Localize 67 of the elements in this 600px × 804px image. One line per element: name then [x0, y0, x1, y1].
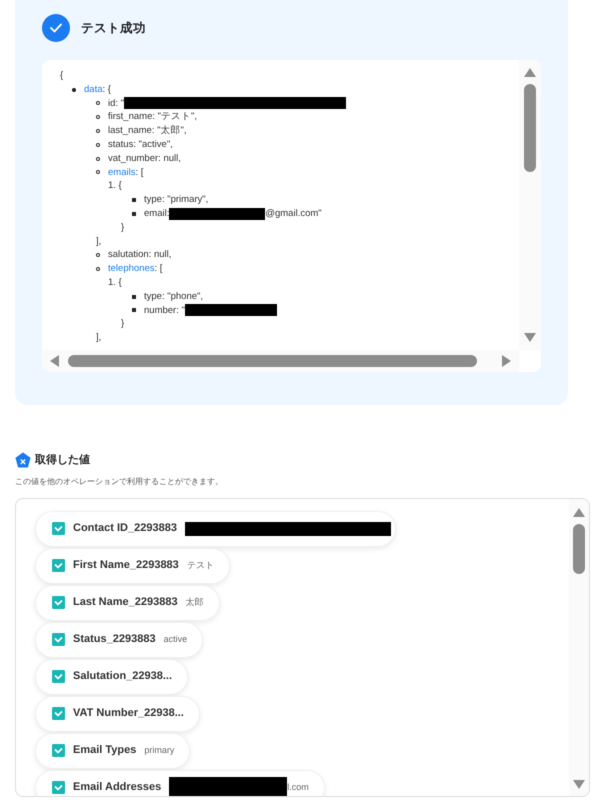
scroll-right-icon[interactable] — [501, 354, 513, 368]
checkmark-icon — [49, 22, 63, 34]
section-description: この値を他のオペレーションで利用することができます。 — [15, 476, 224, 488]
key-link[interactable]: telephones — [108, 262, 154, 276]
code-text: 1. { — [108, 276, 122, 290]
value-chip[interactable]: Contact ID_2293883 — [35, 510, 396, 546]
value-icon — [52, 670, 65, 683]
code-text: number: " — [144, 304, 185, 318]
value-chip[interactable]: Email Types primary — [35, 732, 190, 768]
code-text: id: " — [108, 96, 124, 110]
bullet-circle — [96, 142, 100, 147]
bullet-square — [132, 294, 136, 299]
value-icon — [52, 744, 65, 757]
value-icon — [52, 707, 65, 720]
bullet-square — [132, 198, 136, 202]
key-link[interactable]: emails — [108, 166, 136, 180]
code-text: type: "phone", — [144, 290, 204, 304]
scroll-up-icon[interactable] — [523, 66, 537, 78]
code-text: last_name: "太郎", — [108, 124, 186, 138]
code-text: type: "primary", — [144, 193, 208, 207]
variable-icon — [15, 452, 31, 468]
bullet-dot — [72, 88, 76, 92]
scroll-down-icon[interactable] — [572, 778, 586, 790]
scrollbar-thumb[interactable] — [68, 355, 477, 367]
code-text: status: "active", — [108, 138, 173, 152]
code-text: } — [121, 220, 124, 235]
bullet-circle — [96, 170, 100, 174]
code-text: @gmail.com" — [265, 206, 322, 221]
value-icon — [52, 522, 65, 535]
code-text: ], — [96, 234, 102, 248]
value-chip[interactable]: Salutation_22938... — [35, 658, 188, 694]
value-chip[interactable]: Status_2293883 active — [35, 622, 204, 658]
key-link[interactable]: data — [84, 82, 102, 97]
code-text: } — [121, 317, 124, 332]
code-text: email: — [144, 206, 170, 221]
value-chip[interactable]: Email Addresses l.com — [35, 770, 325, 796]
value-chip[interactable]: Last Name_2293883 太郎 — [35, 584, 220, 620]
bullet-square — [132, 212, 136, 216]
value-icon — [52, 633, 65, 646]
value-chip[interactable]: VAT Number_22938... — [35, 696, 200, 732]
code-text: : [ — [154, 262, 162, 276]
scrollbar-thumb[interactable] — [573, 524, 585, 574]
code-text: : { — [102, 82, 111, 97]
scroll-left-icon[interactable] — [48, 354, 60, 368]
code-text: : [ — [135, 166, 144, 180]
scrollbar-thumb[interactable] — [524, 84, 536, 172]
code-text: first_name: "テスト", — [108, 110, 198, 124]
bullet-square — [132, 308, 136, 312]
code-text: 1. { — [108, 179, 122, 194]
code-text: ], — [96, 331, 102, 345]
value-icon — [52, 781, 65, 794]
bullet-circle — [96, 101, 100, 106]
code-text: salutation: null, — [108, 248, 172, 262]
bullet-circle — [96, 156, 100, 161]
code-text: { — [60, 69, 64, 83]
bullet-circle — [96, 115, 100, 120]
scroll-up-icon[interactable] — [572, 506, 586, 518]
bullet-circle — [96, 267, 100, 272]
bullet-circle — [96, 129, 100, 134]
section-title: 取得した値 — [35, 453, 90, 468]
value-icon — [52, 596, 65, 609]
code-text: vat_number: null, — [108, 152, 181, 166]
scroll-down-icon[interactable] — [523, 332, 537, 344]
bullet-circle — [96, 253, 100, 258]
value-chip[interactable]: First Name_2293883 テスト — [35, 548, 230, 584]
value-icon — [52, 559, 65, 572]
result-title: テスト成功 — [81, 20, 146, 37]
